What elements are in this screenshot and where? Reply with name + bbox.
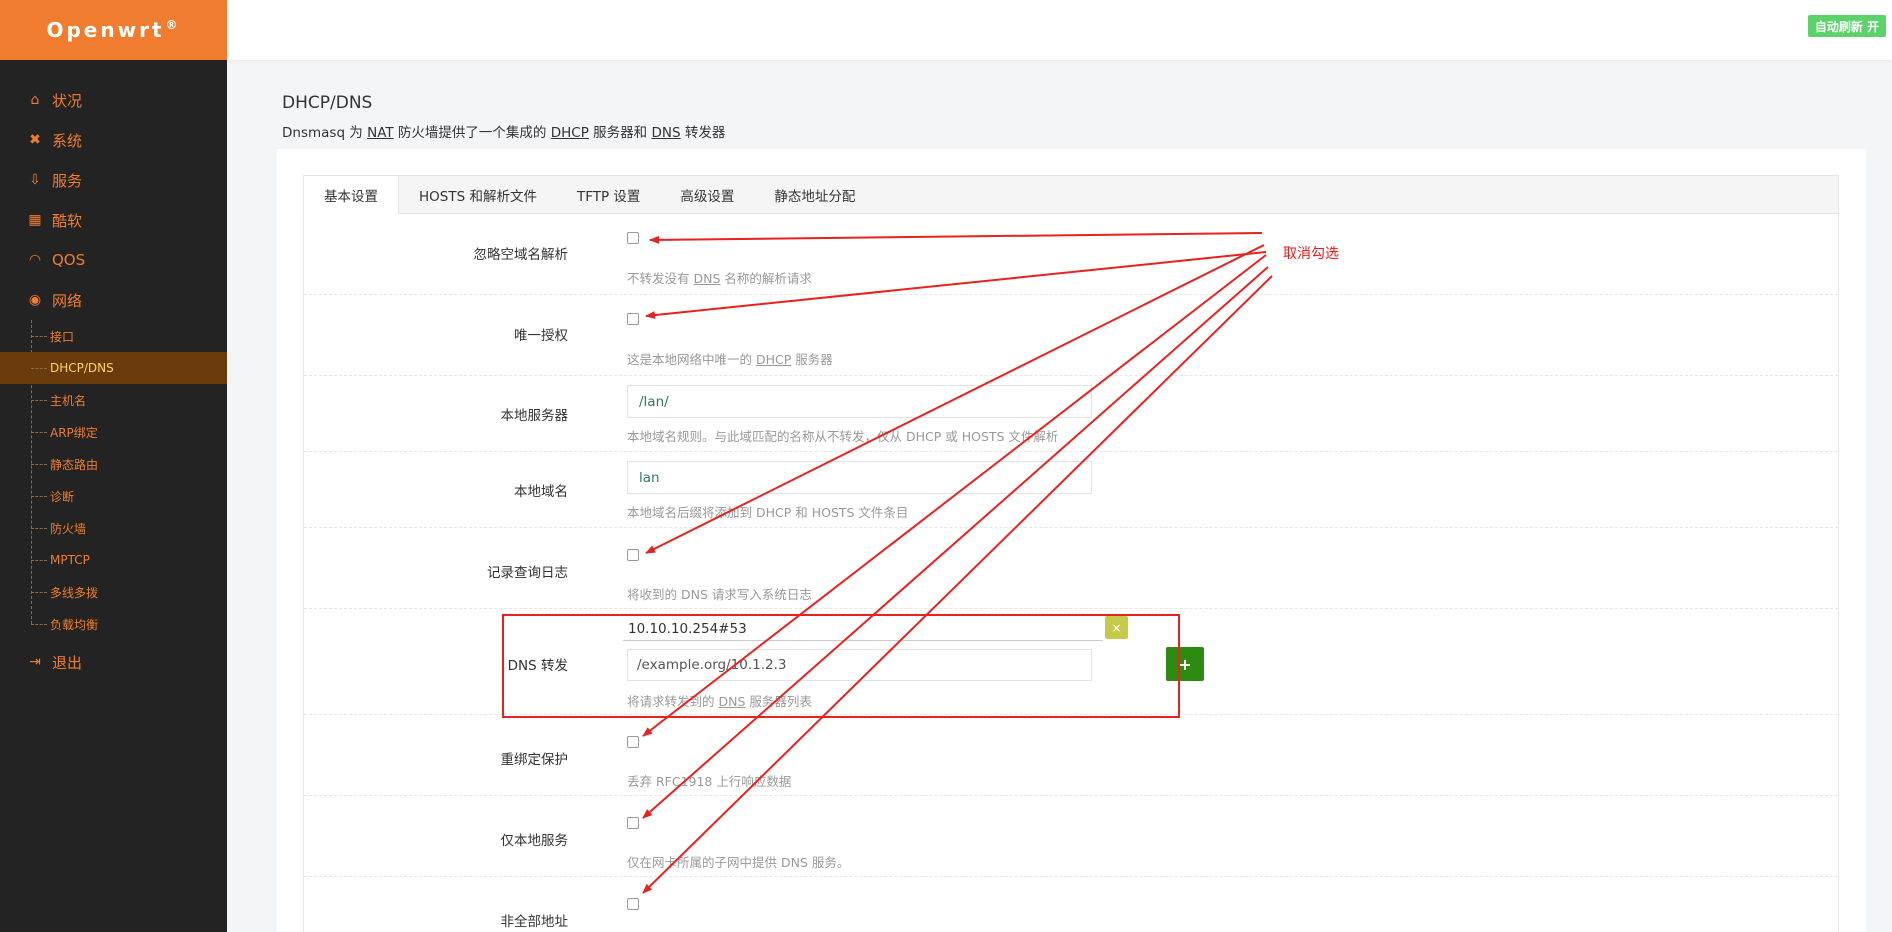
logout-icon: ⇥	[29, 654, 41, 670]
nav-label: 系统	[52, 131, 83, 150]
sidebar: Openwrt® ⌂ 状况 ✖ 系统 ⇩ 服务 ▦ 酷软 ◠ QOS ◉ 网络 接口 DHC…	[0, 0, 227, 932]
authoritative-checkbox[interactable]	[627, 313, 639, 325]
row-local-domain: 本地域名 lan 本地域名后缀将添加到 DHCP 和 HOSTS 文件条目	[304, 452, 1838, 528]
auto-refresh-button[interactable]: 自动刷新 开	[1807, 15, 1886, 37]
row-localservice: 仅本地服务 仅在网卡所属的子网中提供 DNS 服务。	[304, 796, 1838, 877]
nav-label: 服务	[52, 171, 83, 190]
nav-label: QOS	[52, 251, 86, 269]
field-label: 忽略空域名解析	[473, 247, 569, 263]
field-help: 这是本地网络中唯一的 DHCP 服务器	[627, 352, 833, 367]
tab-bar: 基本设置 HOSTS 和解析文件 TFTP 设置 高级设置 静态地址分配	[303, 175, 1839, 214]
nav-label: 退出	[52, 653, 83, 672]
row-authoritative: 唯一授权 这是本地网络中唯一的 DHCP 服务器	[304, 295, 1838, 376]
calendar-icon: ▦	[28, 212, 42, 228]
sidebar-item-dhcp-dns[interactable]: DHCP/DNS	[0, 352, 227, 384]
nav-item-services[interactable]: ⇩ 服务	[0, 160, 227, 200]
field-label: 本地域名	[514, 484, 568, 500]
annotation-highlight-box	[502, 614, 1180, 718]
nat-abbr: NAT	[367, 125, 394, 141]
settings-form: 忽略空域名解析 不转发没有 DNS 名称的解析请求 唯一授权 这是本地网络中唯一…	[303, 214, 1839, 932]
field-help: 丢弃 RFC1918 上行响应数据	[627, 774, 792, 789]
sidebar-item-routes[interactable]: 静态路由	[0, 448, 227, 480]
home-icon: ⌂	[30, 92, 40, 108]
sidebar-item-mptcp[interactable]: MPTCP	[0, 544, 227, 576]
row-domainneeded: 忽略空域名解析 不转发没有 DNS 名称的解析请求	[304, 214, 1838, 295]
settings-card: 基本设置 HOSTS 和解析文件 TFTP 设置 高级设置 静态地址分配 忽略空…	[277, 149, 1866, 932]
download-icon: ⇩	[29, 172, 41, 188]
row-nonwildcard: 非全部地址	[304, 877, 1838, 932]
nav-label: 酷软	[52, 211, 83, 230]
field-label: 重绑定保护	[500, 752, 569, 768]
field-label: 唯一授权	[514, 328, 568, 344]
brand-name: Openwrt®	[46, 18, 181, 42]
tab-static-leases[interactable]: 静态地址分配	[754, 176, 875, 214]
sidebar-item-interfaces[interactable]: 接口	[0, 320, 227, 352]
gauge-icon: ◠	[28, 252, 42, 268]
domainneeded-checkbox[interactable]	[627, 232, 639, 244]
nav-item-status[interactable]: ⌂ 状况	[0, 80, 227, 120]
sidebar-item-hostnames[interactable]: 主机名	[0, 384, 227, 416]
nav-item-logout[interactable]: ⇥ 退出	[0, 642, 227, 682]
annotation-label: 取消勾选	[1283, 246, 1339, 262]
page-title: DHCP/DNS	[282, 93, 373, 113]
globe-icon: ◉	[28, 292, 42, 308]
tab-advanced[interactable]: 高级设置	[660, 176, 754, 214]
main-nav: ⌂ 状况 ✖ 系统 ⇩ 服务 ▦ 酷软 ◠ QOS ◉ 网络 接口 DHCP/DNS 主机名…	[0, 60, 227, 682]
field-label: 记录查询日志	[487, 565, 568, 581]
nonwildcard-checkbox[interactable]	[627, 898, 639, 910]
field-help: 不转发没有 DNS 名称的解析请求	[627, 271, 812, 286]
field-label: 仅本地服务	[500, 833, 569, 849]
nav-item-system[interactable]: ✖ 系统	[0, 120, 227, 160]
rebind-protection-checkbox[interactable]	[627, 736, 639, 748]
field-label: 本地服务器	[500, 408, 569, 424]
tools-icon: ✖	[29, 132, 41, 148]
field-label: 非全部地址	[500, 914, 569, 930]
tab-tftp[interactable]: TFTP 设置	[557, 176, 660, 214]
logqueries-checkbox[interactable]	[627, 549, 639, 561]
local-server-input[interactable]: /lan/	[627, 385, 1092, 418]
dhcp-abbr: DHCP	[550, 125, 589, 141]
nav-item-cool[interactable]: ▦ 酷软	[0, 200, 227, 240]
field-help: 仅在网卡所属的子网中提供 DNS 服务。	[627, 855, 850, 870]
dns-abbr: DNS	[651, 125, 681, 141]
field-help: 本地域名规则。与此域匹配的名称从不转发，仅从 DHCP 或 HOSTS 文件解析	[627, 429, 1059, 444]
row-local-server: 本地服务器 /lan/ 本地域名规则。与此域匹配的名称从不转发，仅从 DHCP …	[304, 376, 1838, 452]
sidebar-item-multiwan[interactable]: 多线多拨	[0, 576, 227, 608]
nav-label: 状况	[52, 91, 83, 110]
field-help: 本地域名后缀将添加到 DHCP 和 HOSTS 文件条目	[627, 505, 909, 520]
top-bar: 自动刷新 开	[227, 0, 1892, 60]
sidebar-item-loadbalance[interactable]: 负载均衡	[0, 608, 227, 640]
nav-label: 网络	[52, 291, 83, 310]
nav-item-network[interactable]: ◉ 网络	[0, 280, 227, 320]
sidebar-item-diagnostics[interactable]: 诊断	[0, 480, 227, 512]
row-rebind-protection: 重绑定保护 丢弃 RFC1918 上行响应数据	[304, 715, 1838, 796]
field-help: 将收到的 DNS 请求写入系统日志	[627, 587, 812, 602]
main-content: DHCP/DNS Dnsmasq 为 NAT 防火墙提供了一个集成的 DHCP …	[227, 60, 1892, 932]
tab-hosts[interactable]: HOSTS 和解析文件	[399, 176, 557, 214]
sidebar-item-arp[interactable]: ARP绑定	[0, 416, 227, 448]
network-submenu: 接口 DHCP/DNS 主机名 ARP绑定 静态路由 诊断 防火墙 MPTCP …	[0, 320, 227, 640]
localservice-checkbox[interactable]	[627, 817, 639, 829]
brand-logo[interactable]: Openwrt®	[0, 0, 227, 60]
local-domain-input[interactable]: lan	[627, 461, 1092, 494]
sidebar-item-firewall[interactable]: 防火墙	[0, 512, 227, 544]
nav-item-qos[interactable]: ◠ QOS	[0, 240, 227, 280]
row-logqueries: 记录查询日志 将收到的 DNS 请求写入系统日志	[304, 528, 1838, 609]
page-description: Dnsmasq 为 NAT 防火墙提供了一个集成的 DHCP 服务器和 DNS …	[282, 125, 726, 141]
tab-basic[interactable]: 基本设置	[304, 176, 399, 214]
